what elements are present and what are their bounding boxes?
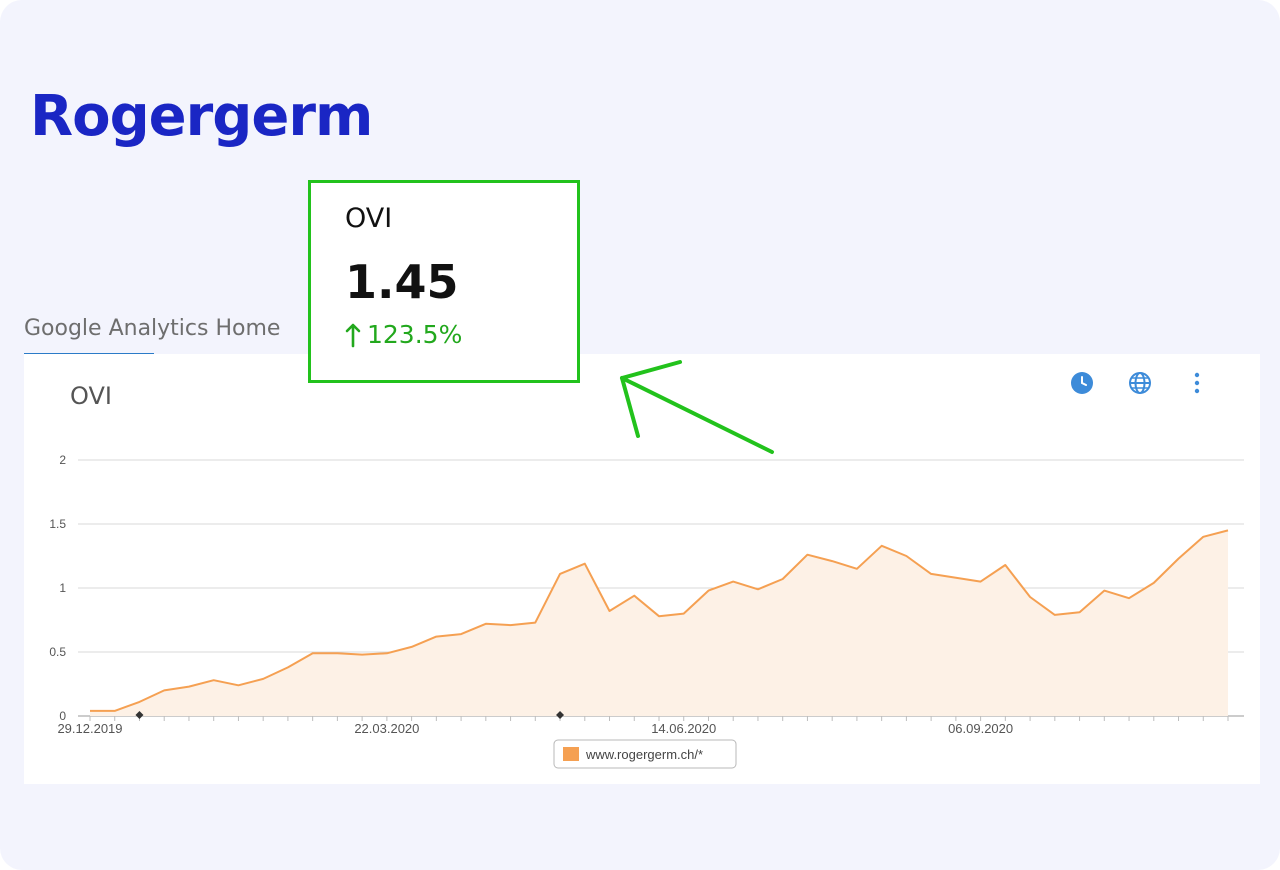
- y-tick-label: 2: [59, 453, 66, 467]
- legend-label: www.rogergerm.ch/*: [585, 747, 703, 762]
- page-card: Rogergerm Google Analytics Home OVI 0 0.…: [0, 0, 1280, 870]
- kpi-change-value: 123.5%: [367, 320, 463, 349]
- x-tick-label: 14.06.2020: [651, 721, 716, 736]
- y-tick-label: 1: [59, 581, 66, 595]
- kpi-label: OVI: [345, 203, 393, 234]
- series-area: [90, 530, 1228, 716]
- arrow-up-icon: [345, 323, 361, 347]
- y-tick-label: 0.5: [49, 645, 66, 659]
- x-tick-label: 29.12.2019: [57, 721, 122, 736]
- brand-title: Rogergerm: [30, 84, 373, 149]
- x-tick-label: 22.03.2020: [354, 721, 419, 736]
- callout-arrow: [620, 360, 774, 454]
- x-tick-label: 06.09.2020: [948, 721, 1013, 736]
- kpi-card: OVI 1.45 123.5%: [308, 180, 580, 383]
- kpi-change: 123.5%: [345, 320, 462, 349]
- y-tick-label: 1.5: [49, 517, 66, 531]
- kpi-value: 1.45: [345, 255, 459, 309]
- legend-swatch: [563, 747, 579, 761]
- tab-google-analytics-home[interactable]: Google Analytics Home: [24, 316, 280, 341]
